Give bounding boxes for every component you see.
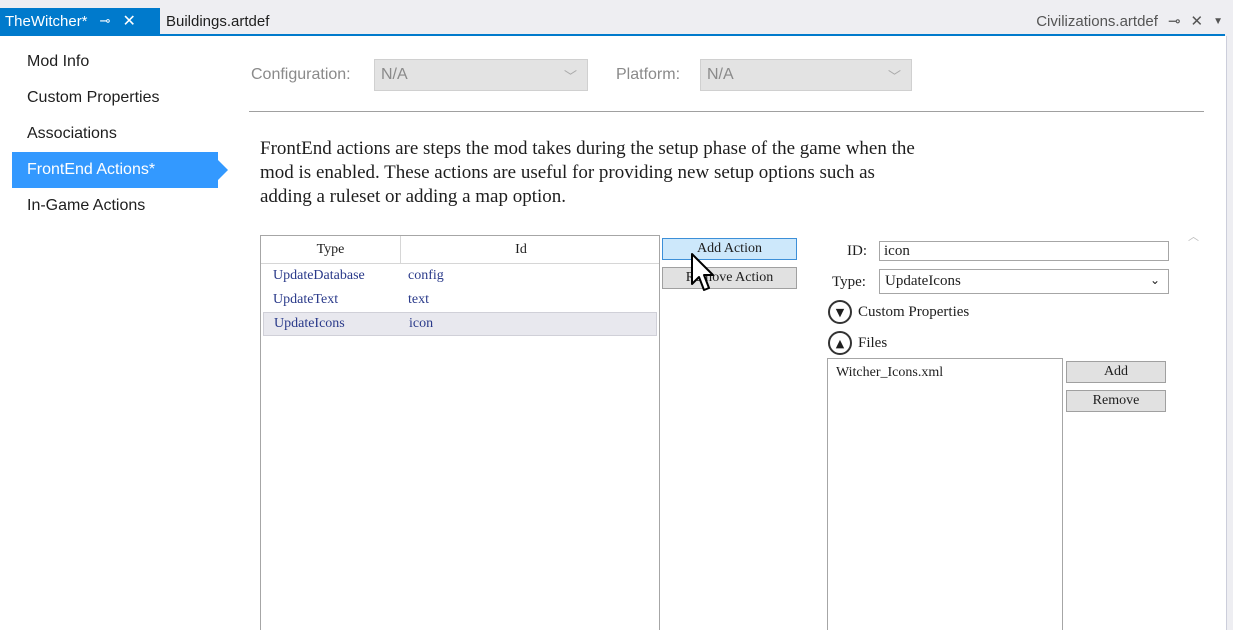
sidebar-item-mod-info[interactable]: Mod Info — [12, 44, 218, 80]
chevron-down-icon: ﹀ — [887, 69, 901, 84]
sidebar-item-label: FrontEnd Actions* — [27, 161, 156, 178]
id-input[interactable]: icon — [879, 241, 1169, 261]
tab-label: Buildings.artdef — [166, 12, 270, 30]
add-file-button[interactable]: Add — [1066, 361, 1166, 383]
sidebar-nav: Mod Info Custom Properties Associations … — [12, 44, 232, 224]
chevron-down-icon: ▼ — [828, 300, 852, 324]
cell-id: text — [408, 292, 429, 307]
scroll-up-icon[interactable]: ︿ — [1188, 228, 1199, 244]
platform-value: N/A — [707, 66, 734, 83]
table-row[interactable]: UpdateDatabase config — [263, 264, 657, 288]
id-label: ID: — [847, 243, 867, 259]
actions-table[interactable]: Type Id UpdateDatabase config UpdateText… — [260, 235, 660, 630]
list-item[interactable]: Witcher_Icons.xml — [836, 365, 1054, 381]
chevron-down-icon: ⌄ — [1149, 273, 1160, 287]
add-action-button[interactable]: Add Action — [662, 238, 797, 260]
tab-thewitcher[interactable]: TheWitcher* ⊸ ✕ — [0, 8, 160, 34]
type-value: UpdateIcons — [885, 273, 961, 289]
document-tab-strip: TheWitcher* ⊸ ✕ Buildings.artdef Civiliz… — [0, 0, 1233, 36]
tab-label: TheWitcher* — [5, 12, 88, 30]
sidebar-item-label: Custom Properties — [27, 89, 160, 106]
table-row[interactable]: UpdateText text — [263, 288, 657, 312]
custom-properties-expander[interactable]: ▼ Custom Properties — [828, 300, 969, 324]
window-right-border — [1226, 36, 1233, 630]
type-label: Type: — [832, 274, 866, 290]
tab-label: Civilizations.artdef — [1036, 12, 1158, 30]
tab-civilizations-artdef[interactable]: Civilizations.artdef ⊸ ✕ ▼ — [1036, 8, 1223, 34]
chevron-down-icon: ﹀ — [563, 69, 577, 84]
pin-icon[interactable]: ⊸ — [1168, 12, 1181, 30]
files-list[interactable]: Witcher_Icons.xml — [827, 358, 1063, 630]
sidebar-item-in-game-actions[interactable]: In-Game Actions — [12, 188, 218, 224]
sidebar-item-label: In-Game Actions — [27, 197, 146, 214]
platform-label: Platform: — [616, 66, 681, 83]
dropdown-arrow-icon[interactable]: ▼ — [1213, 16, 1223, 27]
close-icon[interactable]: ✕ — [122, 11, 135, 31]
sidebar-item-custom-properties[interactable]: Custom Properties — [12, 80, 218, 116]
cell-type: UpdateIcons — [274, 316, 345, 331]
close-icon[interactable]: ✕ — [1191, 12, 1204, 30]
tab-underline — [0, 34, 1225, 36]
remove-file-button[interactable]: Remove — [1066, 390, 1166, 412]
custom-properties-label: Custom Properties — [858, 303, 970, 320]
frontend-actions-description: FrontEnd actions are steps the mod takes… — [260, 138, 915, 207]
cell-type: UpdateText — [273, 292, 339, 307]
remove-action-button[interactable]: Remove Action — [662, 267, 797, 289]
section-divider — [249, 111, 1204, 112]
tab-buildings-artdef[interactable]: Buildings.artdef — [166, 8, 269, 34]
column-header-type[interactable]: Type — [261, 236, 401, 263]
table-row-selected[interactable]: UpdateIcons icon — [263, 312, 657, 336]
table-header: Type Id — [261, 236, 659, 264]
mouse-cursor-icon — [691, 253, 714, 291]
cell-type: UpdateDatabase — [273, 268, 365, 283]
sidebar-item-associations[interactable]: Associations — [12, 116, 218, 152]
sidebar-item-label: Associations — [27, 125, 117, 142]
sidebar-item-label: Mod Info — [27, 53, 90, 70]
configuration-select[interactable]: N/A ﹀ — [374, 59, 588, 91]
platform-select[interactable]: N/A ﹀ — [700, 59, 912, 91]
configuration-value: N/A — [381, 66, 408, 83]
files-expander[interactable]: ▲ Files — [828, 331, 887, 355]
sidebar-item-frontend-actions[interactable]: FrontEnd Actions* — [12, 152, 228, 188]
type-select[interactable]: UpdateIcons ⌄ — [879, 269, 1169, 294]
chevron-up-icon: ▲ — [828, 331, 852, 355]
pin-icon[interactable]: ⊸ — [100, 13, 111, 29]
files-label: Files — [858, 334, 888, 351]
column-header-id[interactable]: Id — [401, 236, 641, 263]
configuration-label: Configuration: — [251, 66, 351, 83]
cell-id: icon — [409, 316, 434, 331]
cell-id: config — [408, 268, 444, 283]
